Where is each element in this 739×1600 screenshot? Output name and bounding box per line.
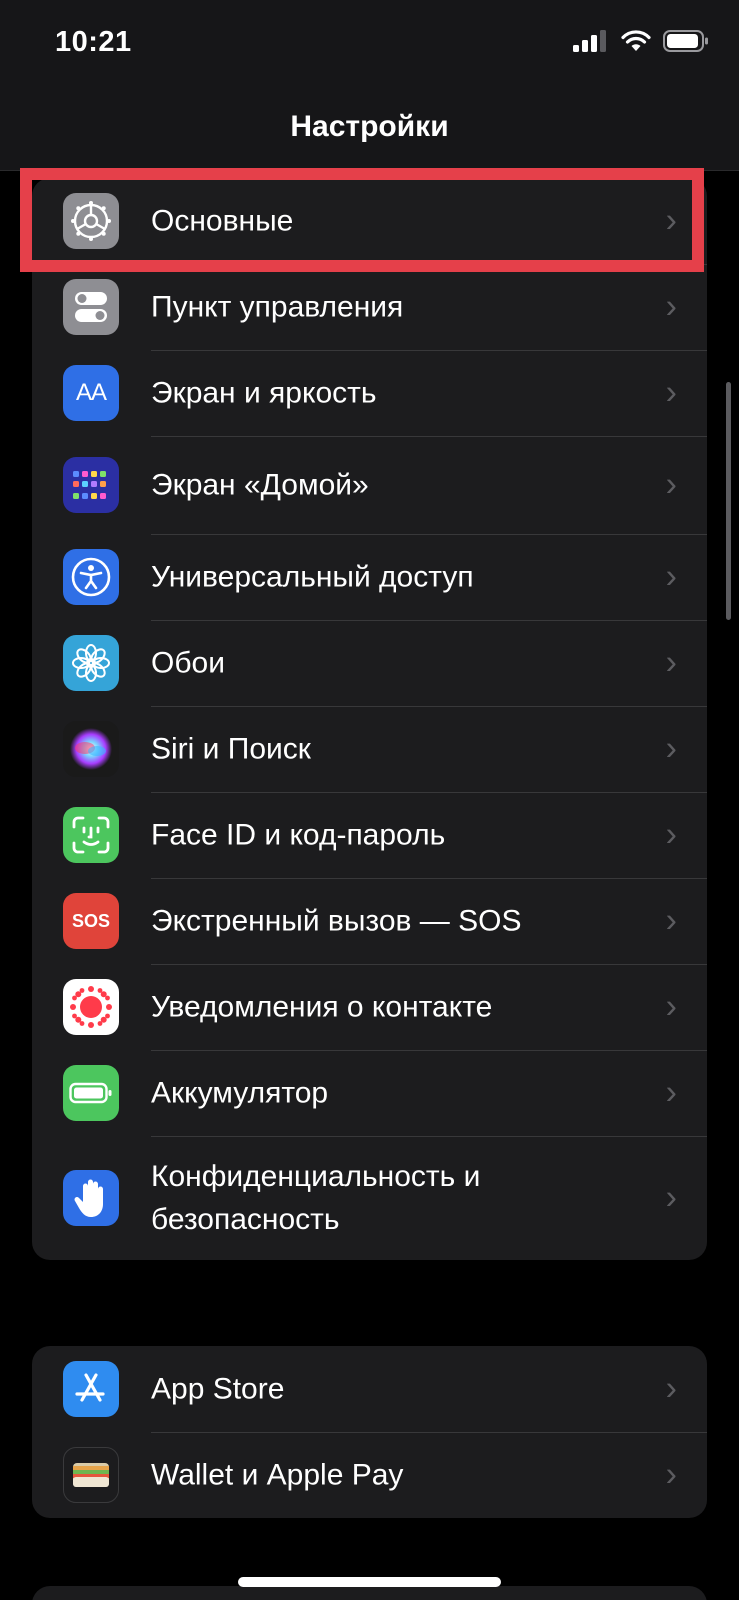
chevron-right-icon: › [665, 815, 677, 854]
settings-item-label: Аккумулятор [151, 1076, 329, 1110]
settings-item-label: Siri и Поиск [151, 732, 311, 766]
settings-item-faceid[interactable]: Face ID и код-пароль › [32, 792, 707, 878]
chevron-right-icon: › [665, 987, 677, 1026]
settings-item-label: Экран «Домой» [151, 468, 369, 502]
settings-item-control-center[interactable]: Пункт управления › [32, 264, 707, 350]
status-icons [573, 30, 709, 52]
settings-screen: 10:21 Настройки Основные › Пункт управле… [0, 0, 739, 1600]
wallet-icon [63, 1447, 119, 1503]
navigation-bar: 10:21 Настройки [0, 0, 739, 171]
chevron-right-icon: › [665, 1455, 677, 1494]
settings-item-siri[interactable]: Siri и Поиск › [32, 706, 707, 792]
chevron-right-icon: › [665, 1073, 677, 1112]
settings-item-label: Универсальный доступ [151, 560, 474, 594]
settings-item-emergency-sos[interactable]: SOS Экстренный вызов — SOS › [32, 878, 707, 964]
settings-item-label: Wallet и Apple Pay [151, 1458, 404, 1492]
chevron-right-icon: › [665, 373, 677, 412]
settings-item-accessibility[interactable]: Универсальный доступ › [32, 534, 707, 620]
chevron-right-icon: › [665, 287, 677, 326]
settings-item-privacy[interactable]: Конфиденциальность и безопасность › [32, 1136, 707, 1260]
settings-item-wallpaper[interactable]: Обои › [32, 620, 707, 706]
signal-icon [573, 30, 606, 52]
home-indicator[interactable] [238, 1577, 501, 1587]
chevron-right-icon: › [665, 1369, 677, 1408]
exposure-icon [63, 979, 119, 1035]
hand-icon [63, 1170, 119, 1226]
accessibility-icon [63, 549, 119, 605]
settings-group-main: Основные › Пункт управления › AA Экран и… [32, 178, 707, 1260]
toggles-icon [63, 279, 119, 335]
settings-item-label: Конфиденциальность и безопасность [151, 1160, 481, 1236]
faceid-icon [63, 807, 119, 863]
page-title: Настройки [290, 110, 449, 143]
chevron-right-icon: › [665, 557, 677, 596]
text-size-icon: AA [63, 365, 119, 421]
settings-item-label: Экстренный вызов — SOS [151, 904, 522, 938]
settings-item-label: Основные [151, 204, 294, 238]
chevron-right-icon: › [665, 201, 677, 240]
chevron-right-icon: › [665, 729, 677, 768]
settings-item-label: Face ID и код-пароль [151, 818, 446, 852]
settings-item-exposure-notifications[interactable]: Уведомления о контакте › [32, 964, 707, 1050]
chevron-right-icon: › [665, 643, 677, 682]
settings-item-app-store[interactable]: App Store › [32, 1346, 707, 1432]
settings-item-label: Обои [151, 646, 225, 680]
flower-icon [63, 635, 119, 691]
settings-group-store: App Store › Wallet и Apple Pay › [32, 1346, 707, 1518]
chevron-right-icon: › [665, 901, 677, 940]
settings-item-display[interactable]: AA Экран и яркость › [32, 350, 707, 436]
battery-icon [63, 1065, 119, 1121]
status-time: 10:21 [55, 26, 132, 58]
scrollbar[interactable] [726, 382, 731, 620]
battery-status-icon [663, 30, 708, 52]
sos-icon: SOS [63, 893, 119, 949]
chevron-right-icon: › [665, 1178, 677, 1217]
settings-item-label: App Store [151, 1372, 285, 1406]
chevron-right-icon: › [665, 465, 677, 504]
home-grid-icon [63, 457, 119, 513]
settings-item-label: Пункт управления [151, 290, 404, 324]
settings-item-battery[interactable]: Аккумулятор › [32, 1050, 707, 1136]
siri-icon [63, 721, 119, 777]
settings-item-wallet[interactable]: Wallet и Apple Pay › [32, 1432, 707, 1518]
gear-icon [63, 193, 119, 249]
settings-item-home-screen[interactable]: Экран «Домой» › [32, 436, 707, 534]
app-store-icon [63, 1361, 119, 1417]
settings-group-next [32, 1586, 707, 1600]
settings-item-label: Уведомления о контакте [151, 990, 493, 1024]
settings-item-label: Экран и яркость [151, 376, 377, 410]
wifi-icon [621, 30, 651, 51]
settings-item-general[interactable]: Основные › [32, 178, 707, 264]
